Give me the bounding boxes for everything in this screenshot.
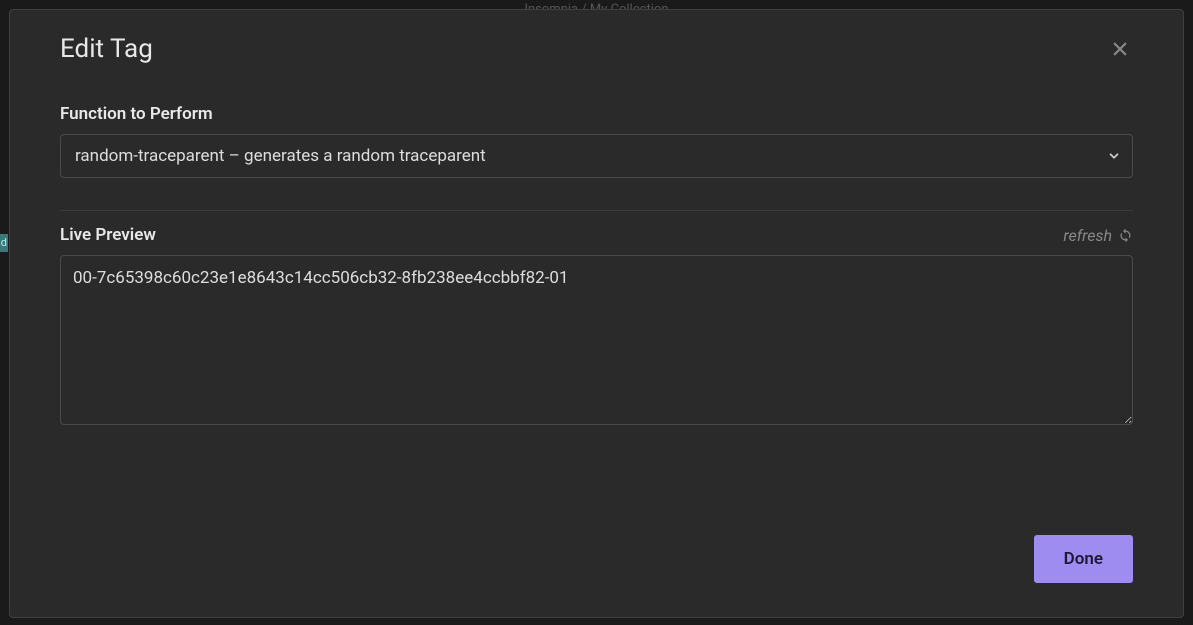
preview-output[interactable] bbox=[60, 255, 1133, 425]
function-select[interactable]: random-traceparent – generates a random … bbox=[60, 134, 1133, 178]
done-button[interactable]: Done bbox=[1034, 535, 1133, 583]
modal-footer: Done bbox=[10, 505, 1183, 617]
preview-group: Live Preview refresh bbox=[60, 225, 1133, 429]
function-group: Function to Perform random-traceparent –… bbox=[60, 104, 1133, 178]
close-icon bbox=[1111, 40, 1129, 58]
close-button[interactable] bbox=[1107, 36, 1133, 62]
function-label: Function to Perform bbox=[60, 104, 1133, 124]
modal-body: Function to Perform random-traceparent –… bbox=[10, 64, 1183, 505]
divider bbox=[60, 210, 1133, 211]
sidebar-fragment: d bbox=[0, 234, 8, 252]
function-select-wrapper: random-traceparent – generates a random … bbox=[60, 134, 1133, 178]
refresh-button[interactable]: refresh bbox=[1063, 226, 1133, 245]
refresh-label: refresh bbox=[1063, 226, 1112, 245]
preview-label: Live Preview bbox=[60, 225, 156, 245]
modal-title: Edit Tag bbox=[60, 34, 153, 64]
preview-header: Live Preview refresh bbox=[60, 225, 1133, 245]
edit-tag-modal: Edit Tag Function to Perform random-trac… bbox=[9, 9, 1184, 618]
modal-header: Edit Tag bbox=[10, 10, 1183, 64]
refresh-icon bbox=[1118, 228, 1133, 243]
